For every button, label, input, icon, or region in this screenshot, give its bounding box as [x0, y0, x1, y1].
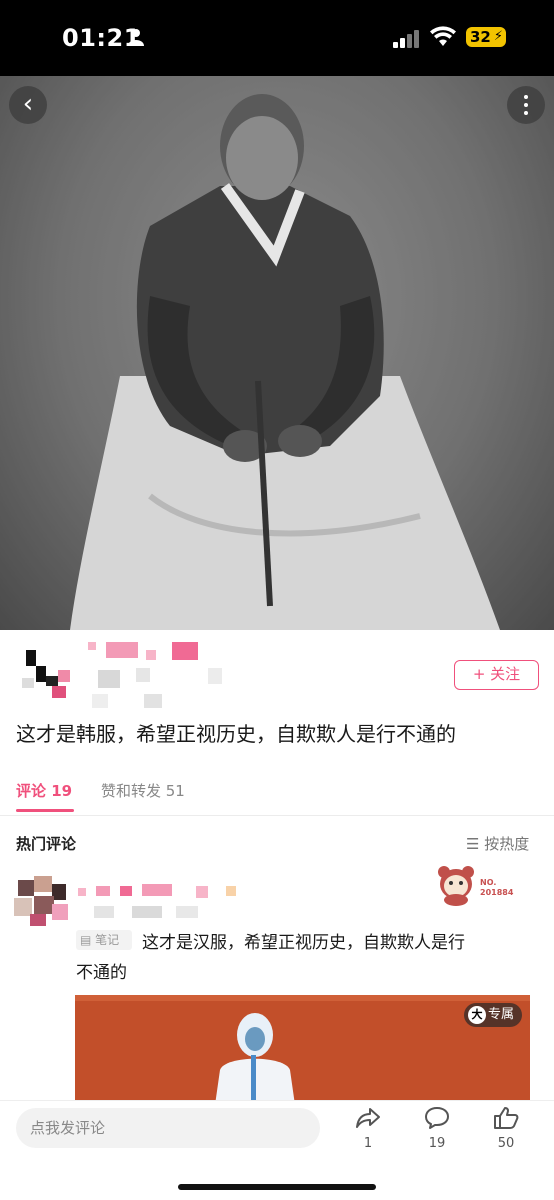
more-button[interactable] — [507, 86, 545, 124]
like-button[interactable]: 50 — [486, 1106, 526, 1151]
tab-likes-reposts[interactable]: 赞和转发 51 — [101, 780, 185, 801]
comment-image[interactable] — [75, 995, 530, 1105]
comment-text-line1: 这才是汉服，希望正视历史，自欺欺人是行 — [142, 933, 465, 953]
battery-indicator: 32 ⚡ — [466, 27, 506, 47]
divider — [0, 815, 554, 816]
like-icon — [494, 1107, 519, 1129]
note-icon: ▤ — [80, 933, 92, 947]
comment-count: 19 — [428, 1136, 446, 1151]
share-count: 1 — [363, 1136, 373, 1151]
hot-comments-title: 热门评论 — [16, 835, 77, 853]
note-tag[interactable]: ▤ 笔记 — [76, 930, 132, 950]
fan-badge: NO. 201884 — [434, 862, 522, 906]
tab-underline — [16, 809, 74, 812]
sort-toggle[interactable]: ☰ 按热度 — [466, 833, 529, 854]
post-text: 这才是韩服，希望正视历史，自欺欺人是行不通的 — [16, 722, 456, 746]
comment-icon — [425, 1107, 449, 1129]
comment-text-line2: 不通的 — [76, 963, 127, 983]
back-button[interactable]: ‹ — [9, 86, 47, 124]
author-name[interactable] — [88, 642, 228, 710]
comment-avatar[interactable] — [12, 874, 70, 928]
comment-author-name[interactable] — [76, 880, 256, 918]
comment-button[interactable]: 19 — [417, 1106, 457, 1151]
wifi-icon — [430, 26, 456, 46]
post-photo[interactable] — [0, 76, 554, 630]
comment-input[interactable]: 点我发评论 — [16, 1108, 320, 1148]
status-bar: 01:21 32 ⚡ — [0, 0, 554, 76]
like-count: 50 — [497, 1136, 515, 1151]
signal-icon — [393, 30, 419, 48]
tab-comments[interactable]: 评论 19 — [16, 780, 72, 801]
home-indicator[interactable] — [178, 1184, 376, 1190]
share-icon — [356, 1108, 380, 1128]
share-button[interactable]: 1 — [348, 1106, 388, 1151]
author-avatar[interactable] — [22, 650, 72, 702]
back-icon: ‹ — [22, 89, 34, 119]
person-icon — [128, 29, 144, 46]
bear-badge-icon — [438, 866, 474, 906]
exclusive-badge: 大专属 — [464, 1003, 522, 1027]
follow-button[interactable]: + 关注 — [454, 660, 539, 690]
